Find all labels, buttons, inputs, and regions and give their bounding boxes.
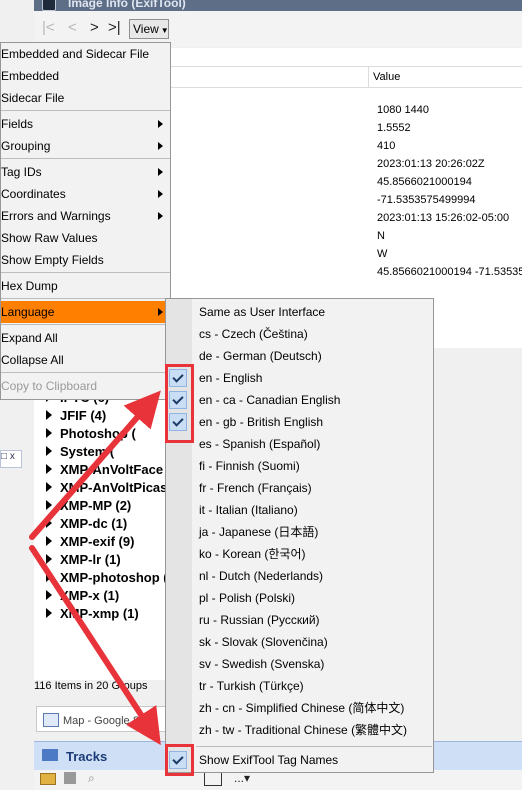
arrow-to-tagnames	[29, 545, 161, 746]
arrow-to-english	[29, 390, 161, 540]
annotation-arrows	[29, 390, 161, 746]
